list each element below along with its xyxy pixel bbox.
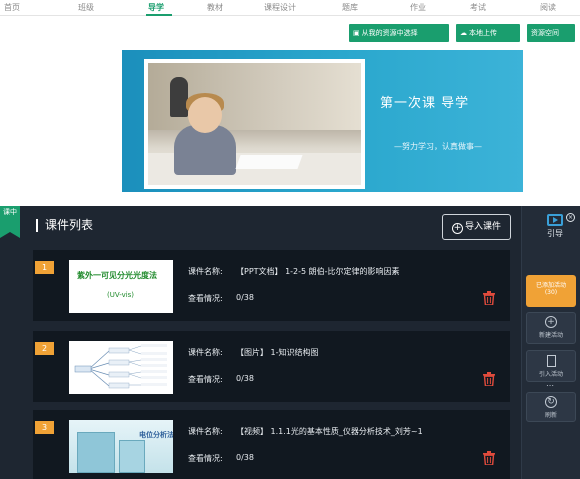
trash-icon[interactable] (483, 291, 495, 305)
thumbnail-title: 紫外一可见分光光度法 (77, 271, 157, 280)
document-import-icon (546, 355, 556, 367)
courseware-card[interactable]: 1 紫外一可见分光光度法 (UV-vis) 课件名称: 【PPT文档】 1-2-… (33, 250, 510, 321)
nav-class[interactable]: 班级 (78, 2, 94, 13)
more-icon[interactable]: ⋯ (546, 381, 555, 390)
courseware-name-value: 【图片】 1-知识结构图 (236, 348, 319, 357)
nav-guide[interactable]: 导学 (148, 2, 164, 13)
refresh-button[interactable]: ↻ 刷新 (526, 392, 576, 422)
resource-space-label: 资源空间 (531, 29, 559, 37)
view-status-label: 查看情况: (188, 375, 223, 384)
courseware-name-value: 【视频】 1.1.1光的基本性质_仪器分析技术_刘芳~1 (236, 427, 423, 436)
card-index-badge: 2 (35, 342, 54, 355)
folder-icon: ▣ (353, 29, 360, 37)
courseware-thumbnail[interactable]: 紫外一可见分光光度法 (UV-vis) (69, 260, 173, 313)
nav-course-design[interactable]: 课程设计 (264, 2, 296, 13)
local-upload-button[interactable]: ☁ 本地上传 (456, 24, 520, 42)
card-index-badge: 3 (35, 421, 54, 434)
courseware-name-label: 课件名称: (188, 427, 223, 436)
added-activities-label: 已添加活动 (535, 282, 566, 289)
added-activities-button[interactable]: 已添加活动 (30) (526, 275, 576, 307)
courseware-thumbnail[interactable]: 电位分析法 (69, 420, 173, 473)
page-root: 首页 班级 导学 教材 课程设计 题库 作业 考试 阅读 ▣ 从我的资源中选择 ☁… (0, 0, 580, 479)
courseware-name-label: 课件名称: (188, 267, 223, 276)
banner-photo (148, 63, 361, 185)
nav-active-indicator (146, 14, 172, 16)
view-status-value: 0/38 (236, 374, 254, 383)
thumbnail-title: 电位分析法 (139, 431, 173, 439)
nav-homework[interactable]: 作业 (410, 2, 426, 13)
in-class-tag: 课中 (0, 206, 20, 238)
resource-space-button[interactable]: 资源空间 (527, 24, 575, 42)
import-activity-button[interactable]: 引入活动 (526, 350, 576, 382)
courseware-card[interactable]: 3 电位分析法 课件名称: 【视频】 1.1.1光的基本性质_仪器分析技术_刘芳… (33, 410, 510, 479)
select-from-resources-button[interactable]: ▣ 从我的资源中选择 (349, 24, 449, 42)
added-activities-count: (30) (544, 289, 558, 296)
plus-circle-icon: + (545, 316, 557, 328)
refresh-icon: ↻ (545, 396, 557, 408)
courseware-card[interactable]: 2 课件名称: 【图片】 1-知识结构图 查看情况: 0/38 (33, 331, 510, 402)
close-icon[interactable]: × (566, 213, 575, 222)
nav-reading[interactable]: 阅读 (540, 2, 556, 13)
course-banner: 第一次课 导学 —努力学习，认真做事— (122, 50, 523, 192)
nav-home[interactable]: 首页 (4, 2, 20, 13)
view-status-label: 查看情况: (188, 454, 223, 463)
top-nav: 首页 班级 导学 教材 课程设计 题库 作业 考试 阅读 (0, 0, 580, 16)
trash-icon[interactable] (483, 451, 495, 465)
video-screen-icon (547, 214, 563, 226)
guide-label: 引导 (547, 229, 563, 238)
local-upload-label: 本地上传 (469, 29, 497, 37)
nav-question-bank[interactable]: 题库 (342, 2, 358, 13)
view-status-value: 0/38 (236, 293, 254, 302)
nav-exam[interactable]: 考试 (470, 2, 486, 13)
card-index-badge: 1 (35, 261, 54, 274)
select-from-resources-label: 从我的资源中选择 (361, 29, 418, 37)
courseware-name-label: 课件名称: (188, 348, 223, 357)
import-courseware-button[interactable]: + 导入课件 (442, 214, 511, 240)
thumbnail-subtitle: (UV-vis) (107, 291, 135, 299)
courseware-name-value: 【PPT文档】 1-2-5 朗伯-比尔定律的影响因素 (236, 267, 400, 276)
courseware-thumbnail[interactable] (69, 341, 173, 394)
trash-icon[interactable] (483, 372, 495, 386)
view-status-value: 0/38 (236, 453, 254, 462)
view-status-label: 查看情况: (188, 294, 223, 303)
courseware-list-title: 课件列表 (36, 219, 93, 232)
import-courseware-label: 导入课件 (464, 222, 501, 232)
banner-title: 第一次课 导学 (380, 96, 470, 111)
banner-subtitle: —努力学习，认真做事— (394, 142, 482, 151)
refresh-label: 刷新 (544, 412, 557, 419)
nav-textbook[interactable]: 教材 (207, 2, 223, 13)
import-activity-label: 引入活动 (538, 371, 563, 378)
new-activity-button[interactable]: + 新建活动 (526, 312, 576, 344)
cloud-upload-icon: ☁ (460, 29, 467, 37)
plus-circle-icon: + (451, 223, 463, 234)
mind-map-thumbnail (69, 341, 173, 394)
new-activity-label: 新建活动 (538, 332, 563, 339)
